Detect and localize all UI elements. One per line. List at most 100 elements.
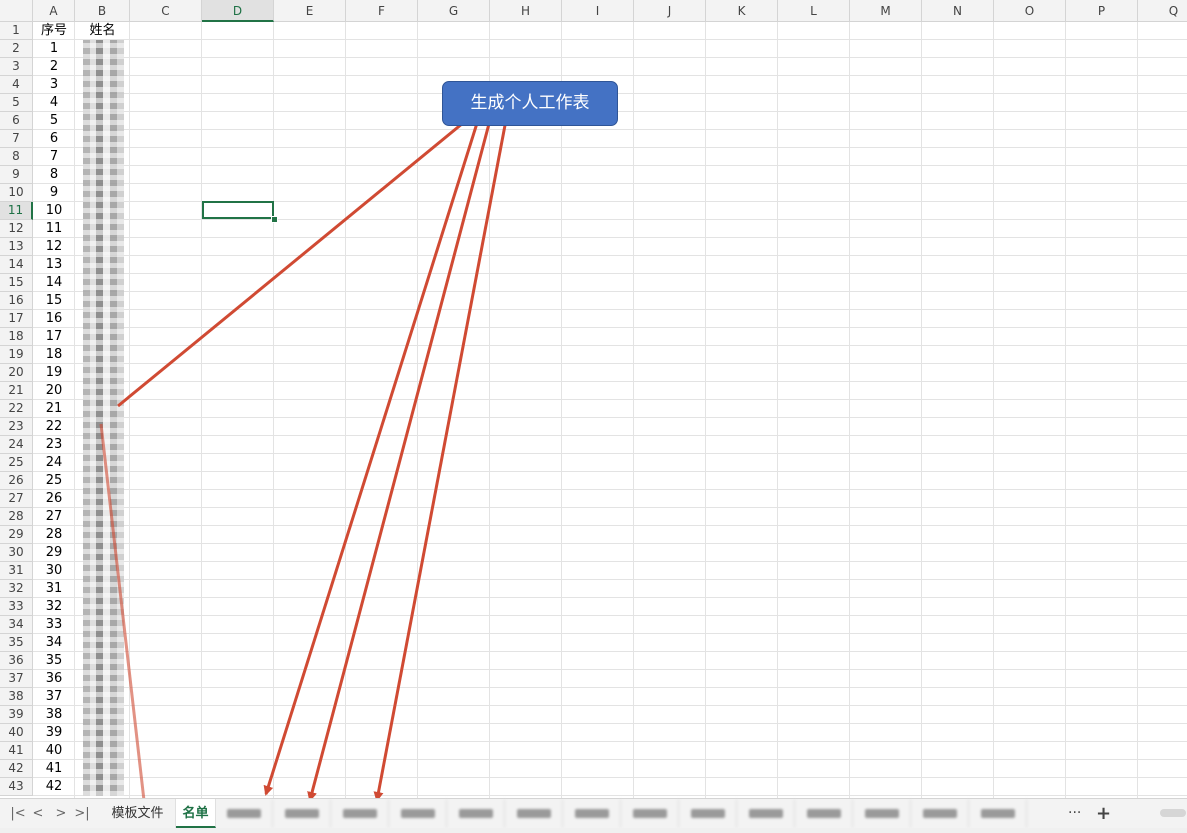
cell-a40[interactable]: 39 — [33, 724, 75, 742]
row-header-42[interactable]: 42 — [0, 760, 33, 778]
select-all-corner[interactable] — [0, 0, 33, 22]
column-header-h[interactable]: H — [490, 0, 562, 22]
row-header-29[interactable]: 29 — [0, 526, 33, 544]
cell-a28[interactable]: 27 — [33, 508, 75, 526]
cell-a13[interactable]: 12 — [33, 238, 75, 256]
row-header-36[interactable]: 36 — [0, 652, 33, 670]
cell-a12[interactable]: 11 — [33, 220, 75, 238]
cell-a41[interactable]: 40 — [33, 742, 75, 760]
cell-a27[interactable]: 26 — [33, 490, 75, 508]
row-header-15[interactable]: 15 — [0, 274, 33, 292]
row-header-10[interactable]: 10 — [0, 184, 33, 202]
more-sheets-icon[interactable]: ··· — [1068, 799, 1081, 828]
column-header-l[interactable]: L — [778, 0, 850, 22]
column-header-g[interactable]: G — [418, 0, 490, 22]
column-header-b[interactable]: B — [75, 0, 130, 22]
row-header-41[interactable]: 41 — [0, 742, 33, 760]
sheet-tab[interactable] — [447, 799, 505, 828]
sheet-tab[interactable] — [737, 799, 795, 828]
cell-a32[interactable]: 31 — [33, 580, 75, 598]
sheet-tab[interactable] — [273, 799, 331, 828]
column-header-n[interactable]: N — [922, 0, 994, 22]
row-header-7[interactable]: 7 — [0, 130, 33, 148]
row-header-17[interactable]: 17 — [0, 310, 33, 328]
cell-a16[interactable]: 15 — [33, 292, 75, 310]
cell-a42[interactable]: 41 — [33, 760, 75, 778]
row-header-23[interactable]: 23 — [0, 418, 33, 436]
row-header-40[interactable]: 40 — [0, 724, 33, 742]
prev-sheet-icon[interactable]: < — [28, 805, 48, 823]
cell-a43[interactable]: 42 — [33, 778, 75, 796]
row-header-19[interactable]: 19 — [0, 346, 33, 364]
spreadsheet-grid[interactable]: ABCDEFGHIJKLMNOPQ 1 2 3 4 5 6 7 8 9 10 11 12 13 14 15 1… — [0, 0, 1187, 798]
sheet-tab[interactable] — [621, 799, 679, 828]
cell-a23[interactable]: 22 — [33, 418, 75, 436]
row-header-11[interactable]: 11 — [0, 202, 33, 220]
generate-worksheets-button[interactable]: 生成个人工作表 — [442, 81, 618, 126]
column-header-k[interactable]: K — [706, 0, 778, 22]
column-header-a[interactable]: A — [33, 0, 75, 22]
column-header-m[interactable]: M — [850, 0, 922, 22]
fill-handle[interactable] — [271, 216, 278, 223]
cell-a6[interactable]: 5 — [33, 112, 75, 130]
cell-a38[interactable]: 37 — [33, 688, 75, 706]
active-cell-d11[interactable] — [202, 201, 274, 219]
row-header-1[interactable]: 1 — [0, 22, 33, 40]
sheet-tab[interactable] — [505, 799, 563, 828]
cell-a36[interactable]: 35 — [33, 652, 75, 670]
row-header-18[interactable]: 18 — [0, 328, 33, 346]
last-sheet-icon[interactable]: >| — [72, 805, 92, 823]
row-header-20[interactable]: 20 — [0, 364, 33, 382]
sheet-tab[interactable] — [216, 799, 273, 828]
cell-a33[interactable]: 32 — [33, 598, 75, 616]
row-header-6[interactable]: 6 — [0, 112, 33, 130]
cell-a1[interactable]: 序号 — [33, 22, 75, 40]
sheet-tab[interactable]: 名单 — [176, 799, 216, 828]
cell-a22[interactable]: 21 — [33, 400, 75, 418]
cell-a24[interactable]: 23 — [33, 436, 75, 454]
row-header-26[interactable]: 26 — [0, 472, 33, 490]
column-header-q[interactable]: Q — [1138, 0, 1187, 22]
cell-a15[interactable]: 14 — [33, 274, 75, 292]
row-header-24[interactable]: 24 — [0, 436, 33, 454]
horizontal-scrollbar[interactable] — [1160, 809, 1186, 817]
cell-a25[interactable]: 24 — [33, 454, 75, 472]
row-header-22[interactable]: 22 — [0, 400, 33, 418]
row-header-21[interactable]: 21 — [0, 382, 33, 400]
cell-a5[interactable]: 4 — [33, 94, 75, 112]
column-header-d[interactable]: D — [202, 0, 274, 22]
row-header-4[interactable]: 4 — [0, 76, 33, 94]
cell-a37[interactable]: 36 — [33, 670, 75, 688]
cell-a2[interactable]: 1 — [33, 40, 75, 58]
row-header-38[interactable]: 38 — [0, 688, 33, 706]
first-sheet-icon[interactable]: |< — [8, 805, 28, 823]
sheet-tab[interactable] — [795, 799, 853, 828]
row-header-30[interactable]: 30 — [0, 544, 33, 562]
cell-a35[interactable]: 34 — [33, 634, 75, 652]
sheet-tab[interactable] — [563, 799, 621, 828]
sheet-tab[interactable] — [911, 799, 969, 828]
cell-a31[interactable]: 30 — [33, 562, 75, 580]
cell-a3[interactable]: 2 — [33, 58, 75, 76]
row-header-5[interactable]: 5 — [0, 94, 33, 112]
row-header-39[interactable]: 39 — [0, 706, 33, 724]
add-sheet-icon[interactable]: + — [1096, 799, 1111, 828]
row-header-13[interactable]: 13 — [0, 238, 33, 256]
row-header-14[interactable]: 14 — [0, 256, 33, 274]
cell-a14[interactable]: 13 — [33, 256, 75, 274]
cell-a7[interactable]: 6 — [33, 130, 75, 148]
sheet-tab[interactable] — [969, 799, 1027, 828]
cell-a30[interactable]: 29 — [33, 544, 75, 562]
cell-a11[interactable]: 10 — [33, 202, 75, 220]
sheet-tab[interactable]: 模板文件 — [100, 799, 176, 828]
sheet-tab[interactable] — [389, 799, 447, 828]
column-header-c[interactable]: C — [130, 0, 202, 22]
column-header-i[interactable]: I — [562, 0, 634, 22]
row-header-31[interactable]: 31 — [0, 562, 33, 580]
cell-a19[interactable]: 18 — [33, 346, 75, 364]
cell-a17[interactable]: 16 — [33, 310, 75, 328]
sheet-tab[interactable] — [331, 799, 389, 828]
cell-a9[interactable]: 8 — [33, 166, 75, 184]
cell-a34[interactable]: 33 — [33, 616, 75, 634]
cell-b1[interactable]: 姓名 — [75, 22, 130, 40]
